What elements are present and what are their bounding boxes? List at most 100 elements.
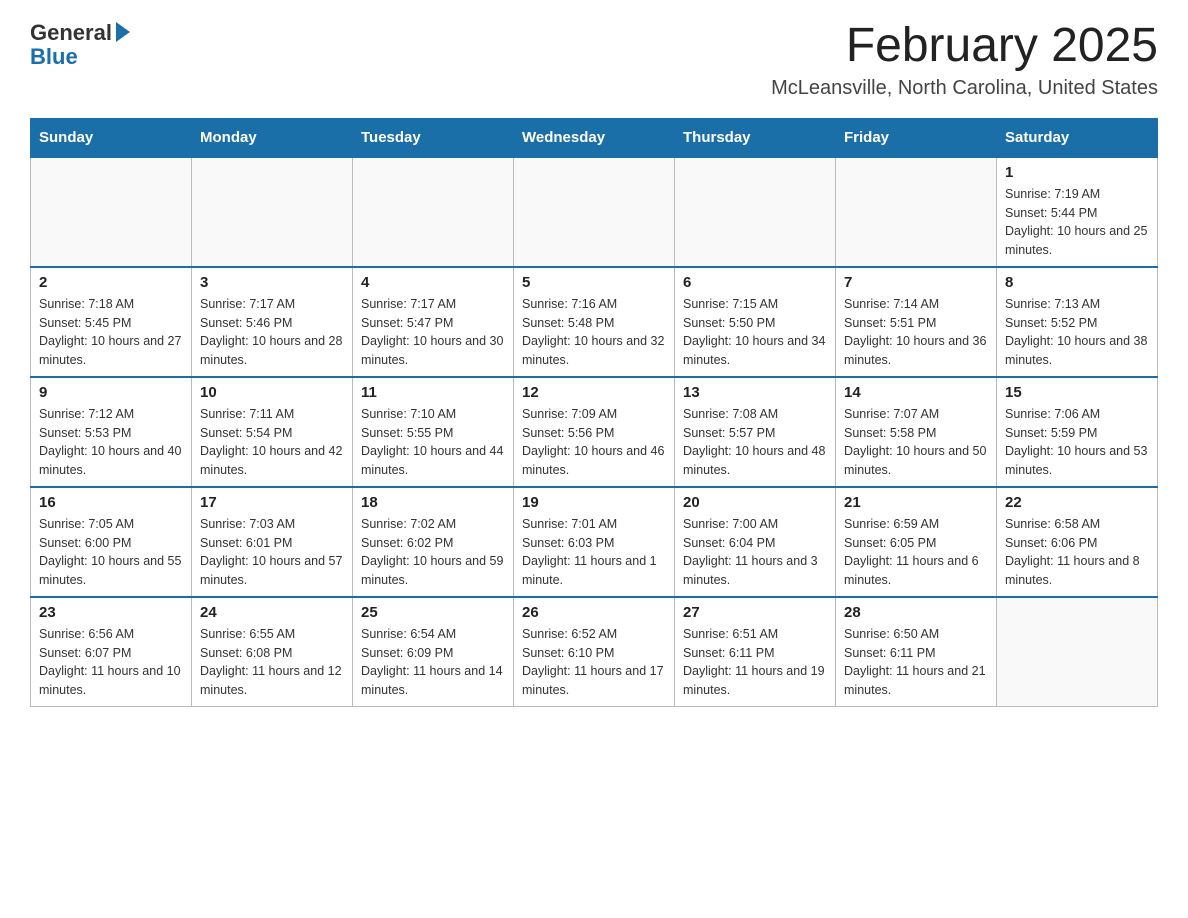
- calendar-cell: 22 Sunrise: 6:58 AM Sunset: 6:06 PM Dayli…: [997, 487, 1158, 597]
- day-info: Sunrise: 7:14 AM Sunset: 5:51 PM Dayligh…: [844, 295, 988, 370]
- day-number: 14: [844, 384, 988, 401]
- day-number: 13: [683, 384, 827, 401]
- calendar-cell: [836, 157, 997, 267]
- calendar-cell: 28Sunrise: 6:50 AM Sunset: 6:11 PM Dayli…: [836, 597, 997, 707]
- day-number: 6: [683, 274, 827, 291]
- calendar-cell: [31, 157, 192, 267]
- day-info: Sunrise: 7:19 AM Sunset: 5:44 PM Dayligh…: [1005, 185, 1149, 260]
- day-number: 12: [522, 384, 666, 401]
- day-number: 11: [361, 384, 505, 401]
- day-number: 17: [200, 494, 344, 511]
- day-info: Sunrise: 7:08 AM Sunset: 5:57 PM Dayligh…: [683, 405, 827, 480]
- day-info: Sunrise: 6:52 AM Sunset: 6:10 PM Dayligh…: [522, 625, 666, 700]
- day-info: Sunrise: 7:13 AM Sunset: 5:52 PM Dayligh…: [1005, 295, 1149, 370]
- calendar-cell: 27 Sunrise: 6:51 AM Sunset: 6:11 PM Dayli…: [675, 597, 836, 707]
- calendar-cell: 8 Sunrise: 7:13 AM Sunset: 5:52 PM Daylig…: [997, 267, 1158, 377]
- day-number: 3: [200, 274, 344, 291]
- calendar-cell: 9Sunrise: 7:12 AM Sunset: 5:53 PM Daylig…: [31, 377, 192, 487]
- calendar-cell: 17 Sunrise: 7:03 AM Sunset: 6:01 PM Dayli…: [192, 487, 353, 597]
- calendar-week-3: 9Sunrise: 7:12 AM Sunset: 5:53 PM Daylig…: [31, 377, 1158, 487]
- calendar-week-1: 1 Sunrise: 7:19 AM Sunset: 5:44 PM Daylig…: [31, 157, 1158, 267]
- calendar-cell: 21 Sunrise: 6:59 AM Sunset: 6:05 PM Dayli…: [836, 487, 997, 597]
- day-number: 8: [1005, 274, 1149, 291]
- day-info: Sunrise: 7:07 AM Sunset: 5:58 PM Dayligh…: [844, 405, 988, 480]
- day-info: Sunrise: 7:03 AM Sunset: 6:01 PM Dayligh…: [200, 515, 344, 590]
- day-info: Sunrise: 6:56 AM Sunset: 6:07 PM Dayligh…: [39, 625, 183, 700]
- column-header-sunday: Sunday: [31, 118, 192, 157]
- day-info: Sunrise: 7:11 AM Sunset: 5:54 PM Dayligh…: [200, 405, 344, 480]
- day-info: Sunrise: 6:58 AM Sunset: 6:06 PM Dayligh…: [1005, 515, 1149, 590]
- calendar-cell: 12Sunrise: 7:09 AM Sunset: 5:56 PM Dayli…: [514, 377, 675, 487]
- day-number: 2: [39, 274, 183, 291]
- day-number: 9: [39, 384, 183, 401]
- column-header-saturday: Saturday: [997, 118, 1158, 157]
- day-number: 21: [844, 494, 988, 511]
- day-number: 7: [844, 274, 988, 291]
- day-info: Sunrise: 7:18 AM Sunset: 5:45 PM Dayligh…: [39, 295, 183, 370]
- logo-general-text: General: [30, 20, 112, 46]
- day-info: Sunrise: 7:05 AM Sunset: 6:00 PM Dayligh…: [39, 515, 183, 590]
- calendar-cell: [192, 157, 353, 267]
- day-number: 24: [200, 604, 344, 621]
- day-number: 23: [39, 604, 183, 621]
- day-info: Sunrise: 7:01 AM Sunset: 6:03 PM Dayligh…: [522, 515, 666, 590]
- day-info: Sunrise: 6:50 AM Sunset: 6:11 PM Dayligh…: [844, 625, 988, 700]
- calendar-header: SundayMondayTuesdayWednesdayThursdayFrid…: [31, 118, 1158, 157]
- calendar-cell: [997, 597, 1158, 707]
- day-info: Sunrise: 7:17 AM Sunset: 5:47 PM Dayligh…: [361, 295, 505, 370]
- logo-arrow-icon: [116, 22, 130, 42]
- day-number: 10: [200, 384, 344, 401]
- logo-blue-text: Blue: [30, 44, 78, 70]
- column-header-friday: Friday: [836, 118, 997, 157]
- calendar-cell: 3Sunrise: 7:17 AM Sunset: 5:46 PM Daylig…: [192, 267, 353, 377]
- calendar-cell: 1 Sunrise: 7:19 AM Sunset: 5:44 PM Daylig…: [997, 157, 1158, 267]
- column-header-tuesday: Tuesday: [353, 118, 514, 157]
- header-row: SundayMondayTuesdayWednesdayThursdayFrid…: [31, 118, 1158, 157]
- column-header-thursday: Thursday: [675, 118, 836, 157]
- logo: General Blue: [30, 20, 130, 70]
- calendar-cell: 2 Sunrise: 7:18 AM Sunset: 5:45 PM Daylig…: [31, 267, 192, 377]
- calendar-cell: [675, 157, 836, 267]
- calendar-cell: 14 Sunrise: 7:07 AM Sunset: 5:58 PM Dayli…: [836, 377, 997, 487]
- day-number: 20: [683, 494, 827, 511]
- day-number: 25: [361, 604, 505, 621]
- day-number: 27: [683, 604, 827, 621]
- month-title: February 2025: [771, 20, 1158, 73]
- title-block: February 2025 McLeansville, North Caroli…: [771, 20, 1158, 100]
- day-info: Sunrise: 7:02 AM Sunset: 6:02 PM Dayligh…: [361, 515, 505, 590]
- calendar-cell: 18 Sunrise: 7:02 AM Sunset: 6:02 PM Dayli…: [353, 487, 514, 597]
- calendar-body: 1 Sunrise: 7:19 AM Sunset: 5:44 PM Daylig…: [31, 157, 1158, 707]
- calendar-cell: 5Sunrise: 7:16 AM Sunset: 5:48 PM Daylig…: [514, 267, 675, 377]
- calendar-cell: 7 Sunrise: 7:14 AM Sunset: 5:51 PM Daylig…: [836, 267, 997, 377]
- day-info: Sunrise: 7:10 AM Sunset: 5:55 PM Dayligh…: [361, 405, 505, 480]
- calendar-week-4: 16Sunrise: 7:05 AM Sunset: 6:00 PM Dayli…: [31, 487, 1158, 597]
- calendar-cell: 26 Sunrise: 6:52 AM Sunset: 6:10 PM Dayli…: [514, 597, 675, 707]
- calendar-cell: 25 Sunrise: 6:54 AM Sunset: 6:09 PM Dayli…: [353, 597, 514, 707]
- page-header: General Blue February 2025 McLeansville,…: [30, 20, 1158, 100]
- calendar-cell: 4 Sunrise: 7:17 AM Sunset: 5:47 PM Daylig…: [353, 267, 514, 377]
- day-info: Sunrise: 7:00 AM Sunset: 6:04 PM Dayligh…: [683, 515, 827, 590]
- day-info: Sunrise: 7:06 AM Sunset: 5:59 PM Dayligh…: [1005, 405, 1149, 480]
- calendar-cell: 15Sunrise: 7:06 AM Sunset: 5:59 PM Dayli…: [997, 377, 1158, 487]
- column-header-wednesday: Wednesday: [514, 118, 675, 157]
- column-header-monday: Monday: [192, 118, 353, 157]
- calendar-cell: 6 Sunrise: 7:15 AM Sunset: 5:50 PM Daylig…: [675, 267, 836, 377]
- day-number: 18: [361, 494, 505, 511]
- location-title: McLeansville, North Carolina, United Sta…: [771, 77, 1158, 100]
- day-number: 1: [1005, 164, 1149, 181]
- day-info: Sunrise: 6:54 AM Sunset: 6:09 PM Dayligh…: [361, 625, 505, 700]
- calendar-cell: 13 Sunrise: 7:08 AM Sunset: 5:57 PM Dayli…: [675, 377, 836, 487]
- calendar-cell: 24Sunrise: 6:55 AM Sunset: 6:08 PM Dayli…: [192, 597, 353, 707]
- day-info: Sunrise: 7:16 AM Sunset: 5:48 PM Dayligh…: [522, 295, 666, 370]
- day-number: 22: [1005, 494, 1149, 511]
- calendar-cell: 19Sunrise: 7:01 AM Sunset: 6:03 PM Dayli…: [514, 487, 675, 597]
- day-info: Sunrise: 6:51 AM Sunset: 6:11 PM Dayligh…: [683, 625, 827, 700]
- calendar-week-2: 2 Sunrise: 7:18 AM Sunset: 5:45 PM Daylig…: [31, 267, 1158, 377]
- calendar-week-5: 23 Sunrise: 6:56 AM Sunset: 6:07 PM Dayli…: [31, 597, 1158, 707]
- day-info: Sunrise: 7:15 AM Sunset: 5:50 PM Dayligh…: [683, 295, 827, 370]
- day-number: 4: [361, 274, 505, 291]
- day-info: Sunrise: 6:59 AM Sunset: 6:05 PM Dayligh…: [844, 515, 988, 590]
- calendar-cell: 20 Sunrise: 7:00 AM Sunset: 6:04 PM Dayli…: [675, 487, 836, 597]
- day-number: 26: [522, 604, 666, 621]
- calendar-cell: 11 Sunrise: 7:10 AM Sunset: 5:55 PM Dayli…: [353, 377, 514, 487]
